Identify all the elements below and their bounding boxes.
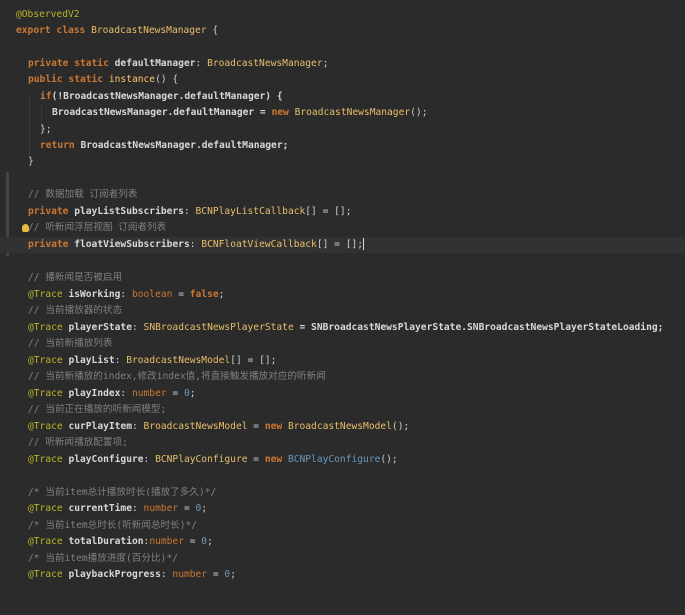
code-line[interactable]: return BroadcastNewsManager.defaultManag… [0,138,685,154]
code-line[interactable]: @Trace curPlayItem: BroadcastNewsModel =… [0,419,685,435]
code-line[interactable]: public static instance() { [0,72,685,88]
code-line[interactable]: private playListSubscribers: BCNPlayList… [0,204,685,220]
code-line[interactable]: @Trace currentTime: number = 0; [0,501,685,517]
code-line[interactable]: }; [0,122,685,138]
text-caret [363,238,365,250]
code-line[interactable]: BroadcastNewsManager.defaultManager = ne… [0,105,685,121]
code-comment[interactable]: /* 当前item总时长(听新闻总时长)*/ [0,518,685,534]
class-name: BroadcastNewsManager [91,25,207,36]
code-comment[interactable]: // 当前播放器的状态 [0,303,685,319]
code-comment[interactable]: /* 当前item总计播放时长(播放了多久)*/ [0,485,685,501]
code-line[interactable]: @Trace isWorking: boolean = false; [0,287,685,303]
code-comment[interactable]: /* 当前item播放进度(百分比)*/ [0,551,685,567]
code-line[interactable]: @ObservedV2 [0,7,685,23]
code-line[interactable]: export class BroadcastNewsManager { [0,23,685,39]
code-line[interactable]: if(!BroadcastNewsManager.defaultManager)… [0,89,685,105]
code-editor[interactable]: @ObservedV2 export class BroadcastNewsMa… [0,0,685,596]
code-comment[interactable]: // 数据加载 订阅者列表 [0,187,685,203]
code-line[interactable]: @Trace playList: BroadcastNewsModel[] = … [0,353,685,369]
code-line[interactable]: private static defaultManager: Broadcast… [0,56,685,72]
code-line[interactable]: @Trace playConfigure: BCNPlayConfigure =… [0,452,685,468]
code-comment[interactable]: // 听新闻浮层视图 订阅者列表 [0,220,685,236]
decorator-observed: @ObservedV2 [16,9,80,20]
code-comment[interactable]: // 当前新播放列表 [0,336,685,352]
code-comment[interactable]: // 听新闻播放配置项; [0,435,685,451]
code-comment[interactable]: // 当前新播放的index,修改index值,将直接触发播放对应的听新闻 [0,369,685,385]
code-line[interactable]: @Trace totalDuration:number = 0; [0,534,685,550]
code-comment[interactable]: // 播新闻是否被启用 [0,270,685,286]
code-line[interactable]: @Trace playerState: SNBroadcastNewsPlaye… [0,320,685,336]
code-comment[interactable]: // 当前正在播放的听新闻模型; [0,402,685,418]
code-line[interactable]: } [0,154,685,170]
code-line-current[interactable]: private floatViewSubscribers: BCNFloatVi… [0,237,685,253]
code-line[interactable]: @Trace playIndex: number = 0; [0,386,685,402]
code-line[interactable]: @Trace playbackProgress: number = 0; [0,567,685,583]
